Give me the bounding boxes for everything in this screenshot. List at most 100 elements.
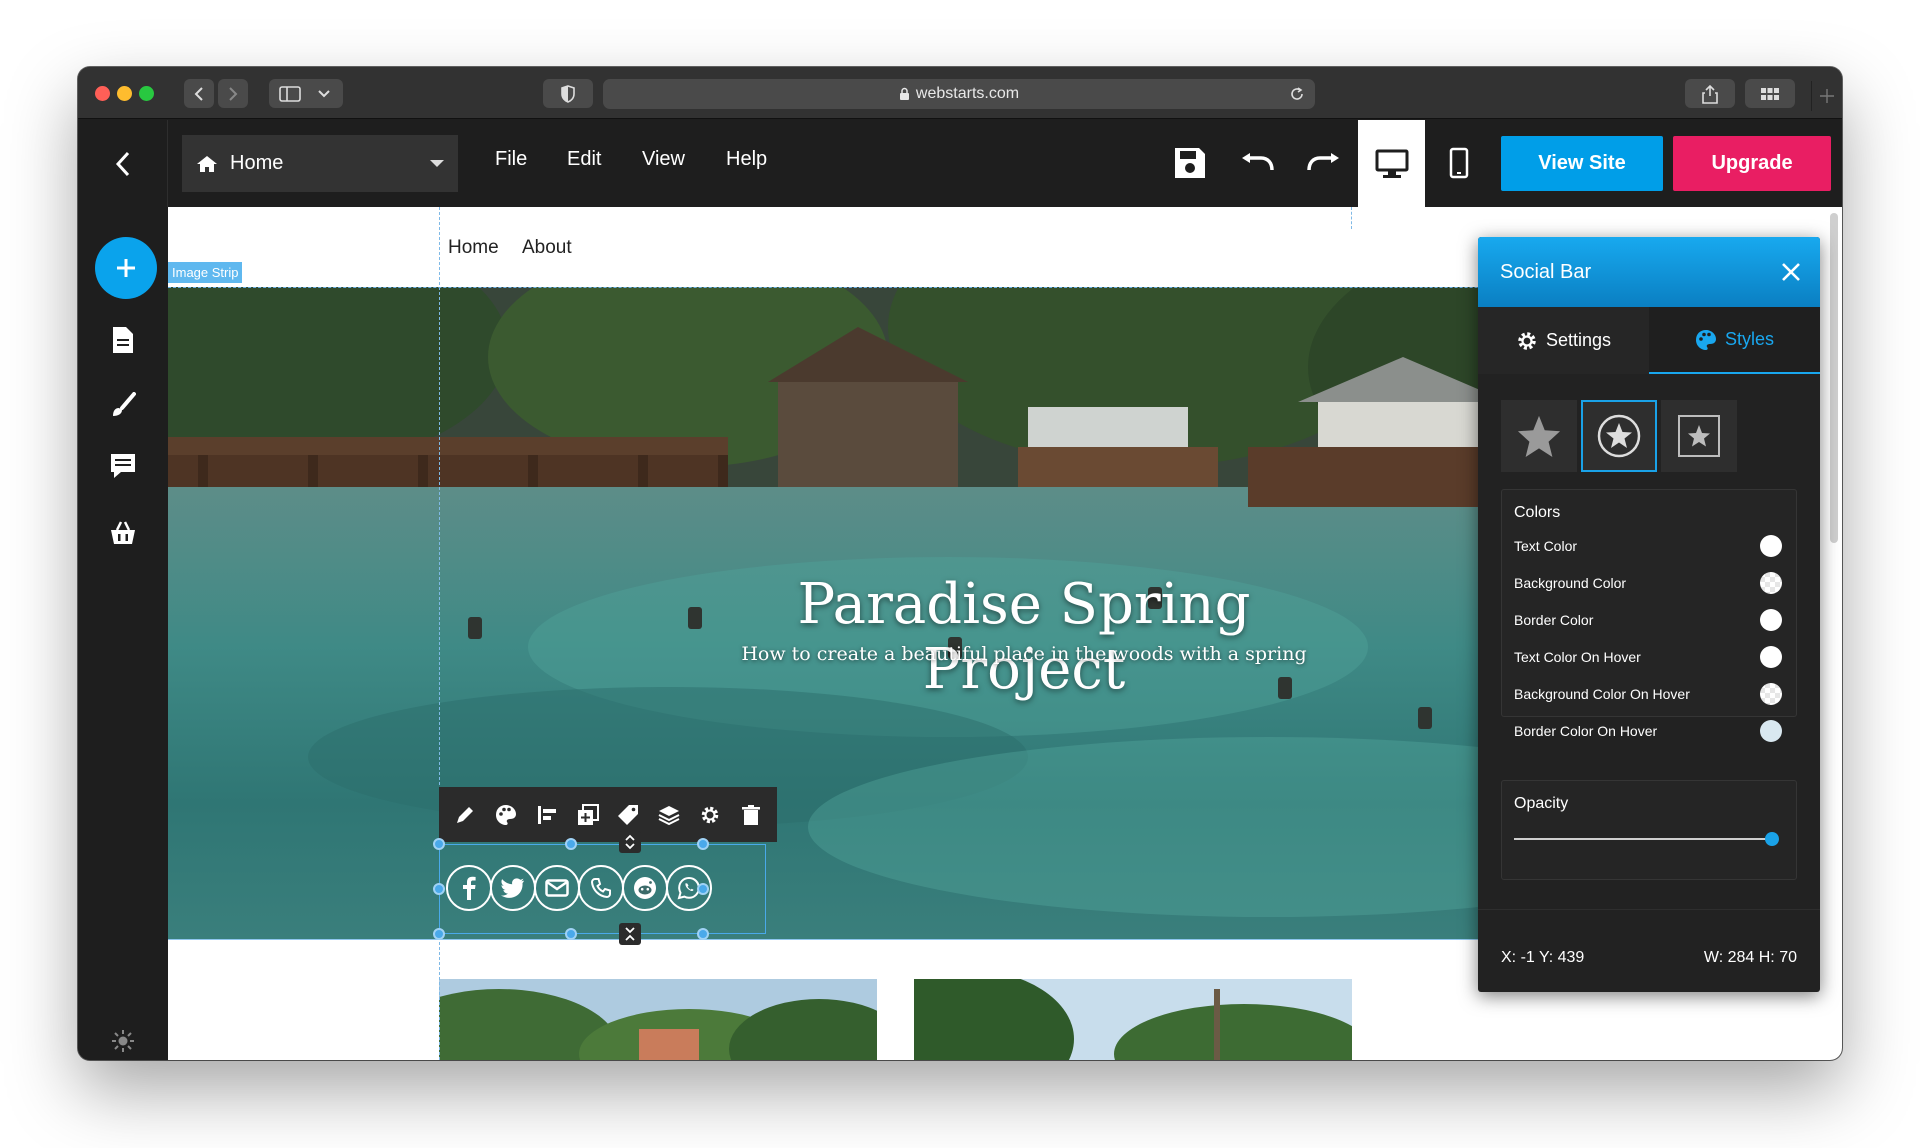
gallery-thumb-2[interactable]	[914, 979, 1352, 1060]
expand-up-handle[interactable]	[619, 831, 641, 853]
zoom-window-button[interactable]	[139, 86, 154, 101]
color-row-text[interactable]: Text Color	[1514, 533, 1782, 559]
hero-title[interactable]: Paradise Spring Project	[734, 572, 1314, 702]
lock-icon	[899, 87, 909, 100]
hero-subtitle[interactable]: How to create a beautiful place in the w…	[734, 643, 1314, 665]
design-button[interactable]	[108, 390, 138, 420]
twitter-icon[interactable]	[490, 865, 536, 911]
resize-handle-n[interactable]	[565, 838, 577, 850]
page-selector[interactable]: Home	[182, 135, 458, 192]
canvas-scrollbar[interactable]	[1830, 213, 1838, 543]
desktop-view-button[interactable]	[1358, 120, 1425, 207]
reddit-icon[interactable]	[622, 865, 668, 911]
gear-icon[interactable]	[699, 804, 721, 826]
palette-icon[interactable]	[495, 804, 517, 826]
chevron-left-icon	[194, 86, 203, 101]
add-element-button[interactable]	[95, 237, 157, 299]
resize-handle-sw[interactable]	[433, 928, 445, 940]
close-icon[interactable]	[1780, 261, 1802, 283]
style-option-plain[interactable]	[1501, 400, 1577, 472]
position-readout: X: -1 Y: 439	[1501, 949, 1585, 966]
blog-button[interactable]	[108, 451, 138, 481]
opacity-slider-track[interactable]	[1514, 838, 1772, 840]
color-label-background-hover: Background Color On Hover	[1514, 686, 1690, 702]
tab-settings[interactable]: Settings	[1478, 307, 1649, 374]
menu-help[interactable]: Help	[726, 148, 767, 171]
background-color-swatch[interactable]	[1760, 572, 1782, 594]
border-hover-color-swatch[interactable]	[1760, 720, 1782, 742]
browser-back-button[interactable]	[184, 79, 214, 108]
email-icon[interactable]	[534, 865, 580, 911]
minimize-window-button[interactable]	[117, 86, 132, 101]
color-row-background[interactable]: Background Color	[1514, 570, 1782, 596]
menu-file[interactable]: File	[495, 148, 527, 171]
menu-view[interactable]: View	[642, 148, 685, 171]
view-site-button[interactable]: View Site	[1501, 136, 1663, 191]
site-nav-about[interactable]: About	[522, 237, 572, 259]
pencil-icon[interactable]	[454, 804, 476, 826]
color-row-border-hover[interactable]: Border Color On Hover	[1514, 718, 1782, 744]
home-icon	[197, 155, 217, 172]
sidebar-toggle-button[interactable]	[269, 79, 343, 108]
background-hover-color-swatch[interactable]	[1760, 683, 1782, 705]
gallery-thumb-1[interactable]	[439, 979, 877, 1060]
pages-button[interactable]	[108, 325, 138, 355]
facebook-icon[interactable]	[446, 865, 492, 911]
gallery-photo-1	[439, 979, 877, 1060]
url-text: webstarts.com	[915, 85, 1020, 102]
layers-icon[interactable]	[658, 804, 680, 826]
reload-icon[interactable]	[1289, 86, 1305, 102]
redo-button[interactable]	[1301, 140, 1347, 186]
phone-icon[interactable]	[578, 865, 624, 911]
color-row-text-hover[interactable]: Text Color On Hover	[1514, 644, 1782, 670]
privacy-shield-button[interactable]	[543, 79, 593, 108]
close-window-button[interactable]	[95, 86, 110, 101]
style-option-circle[interactable]	[1581, 400, 1657, 472]
colors-title: Colors	[1514, 504, 1561, 521]
color-row-background-hover[interactable]: Background Color On Hover	[1514, 681, 1782, 707]
menu-edit[interactable]: Edit	[567, 148, 601, 171]
site-nav-home[interactable]: Home	[448, 237, 499, 259]
resize-handle-e[interactable]	[697, 883, 709, 895]
social-bar-selection[interactable]	[433, 838, 766, 940]
comment-icon	[111, 454, 135, 478]
border-color-swatch[interactable]	[1760, 609, 1782, 631]
plus-icon	[117, 259, 135, 277]
editor-back-button[interactable]	[78, 120, 168, 207]
text-hover-color-swatch[interactable]	[1760, 646, 1782, 668]
color-row-border[interactable]: Border Color	[1514, 607, 1782, 633]
size-readout: W: 284 H: 70	[1703, 949, 1797, 966]
panel-header: Social Bar	[1478, 237, 1820, 307]
page-selector-label: Home	[230, 152, 284, 174]
resize-handle-se[interactable]	[697, 928, 709, 940]
style-option-square[interactable]	[1661, 400, 1737, 472]
duplicate-icon[interactable]	[577, 803, 599, 826]
text-color-swatch[interactable]	[1760, 535, 1782, 557]
color-label-border: Border Color	[1514, 612, 1594, 628]
theme-toggle-button[interactable]	[111, 1029, 135, 1053]
tab-overview-button[interactable]	[1745, 79, 1795, 108]
share-button[interactable]	[1685, 79, 1735, 108]
collapse-handle[interactable]	[619, 923, 641, 945]
opacity-slider-thumb[interactable]	[1765, 832, 1779, 846]
save-button[interactable]	[1167, 140, 1213, 186]
mobile-view-button[interactable]	[1436, 140, 1482, 186]
address-bar[interactable]: webstarts.com	[603, 79, 1315, 109]
browser-forward-button[interactable]	[218, 79, 248, 108]
resize-handle-nw[interactable]	[433, 838, 445, 850]
trash-icon[interactable]	[740, 804, 762, 826]
new-tab-button[interactable]	[1811, 81, 1841, 111]
shield-icon	[561, 84, 575, 103]
desktop-icon	[1375, 149, 1408, 178]
tab-styles[interactable]: Styles	[1649, 307, 1820, 374]
tag-icon[interactable]	[617, 804, 639, 826]
chevron-right-icon	[229, 86, 238, 101]
resize-handle-s[interactable]	[565, 928, 577, 940]
resize-handle-ne[interactable]	[697, 838, 709, 850]
resize-handle-w[interactable]	[433, 883, 445, 895]
store-button[interactable]	[108, 518, 138, 548]
undo-button[interactable]	[1234, 140, 1280, 186]
upgrade-button[interactable]: Upgrade	[1673, 136, 1831, 191]
align-left-icon[interactable]	[536, 804, 558, 826]
page-icon	[113, 327, 133, 353]
